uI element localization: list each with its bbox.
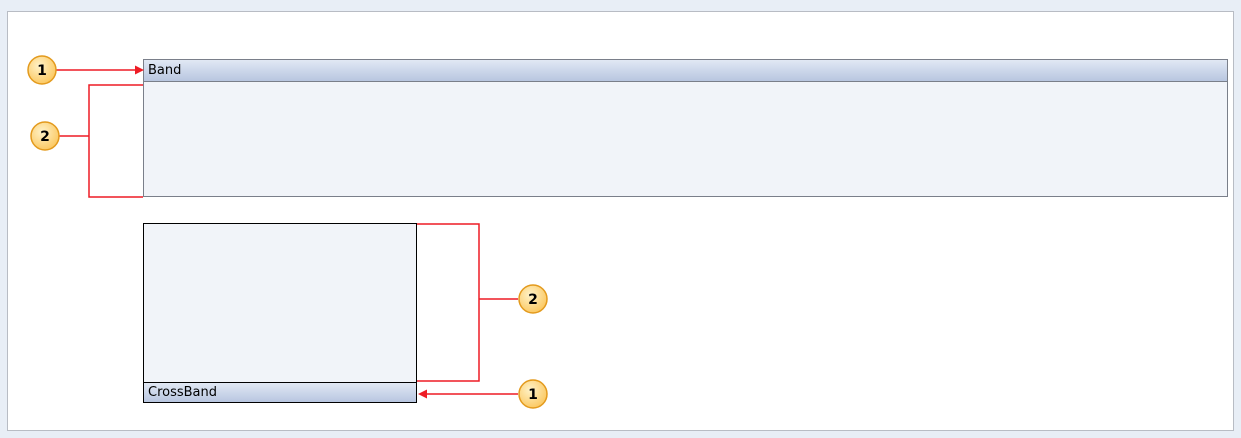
callout-1-top-icon: 1 bbox=[27, 55, 57, 85]
callout-overlay: 1 2 2 1 bbox=[27, 55, 548, 409]
callout-number: 1 bbox=[37, 63, 47, 79]
callout-number: 1 bbox=[528, 387, 538, 403]
callout-2-bottom-icon: 2 bbox=[518, 284, 548, 314]
callout-1-bottom-icon: 1 bbox=[518, 379, 548, 409]
bracket-band-body bbox=[59, 84, 143, 198]
callout-number: 2 bbox=[40, 129, 50, 145]
callout-number: 2 bbox=[528, 292, 538, 308]
leader-line-band-header bbox=[56, 65, 144, 75]
leader-line-crossband-footer bbox=[418, 389, 518, 399]
bracket-crossband-body bbox=[417, 223, 518, 382]
callout-2-top-icon: 2 bbox=[30, 121, 60, 151]
